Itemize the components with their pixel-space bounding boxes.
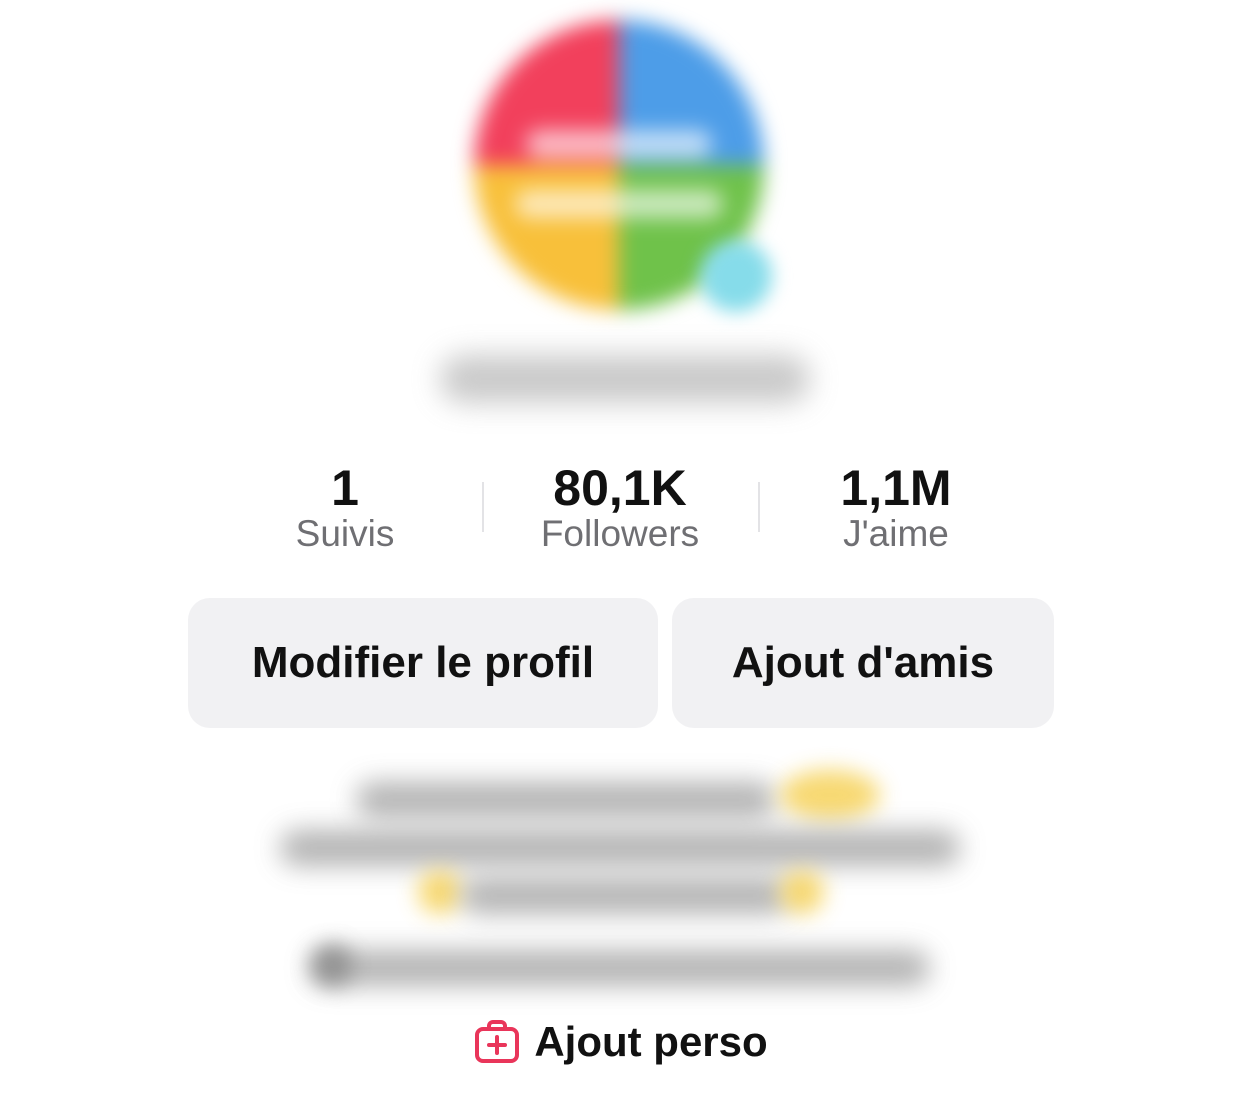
add-personal-label: Ajout perso — [534, 1018, 768, 1065]
bio-link-line[interactable] — [310, 950, 930, 986]
stat-likes-value: 1,1M — [840, 460, 952, 516]
username-blurred — [440, 355, 810, 403]
stat-followers[interactable]: 80,1K Followers — [500, 458, 740, 556]
add-personal-button[interactable]: Ajout perso — [0, 1012, 1242, 1072]
profile-stats: 1 Suivis 80,1K Followers 1,1M J'aime — [0, 458, 1242, 568]
stat-followers-value: 80,1K — [553, 460, 687, 516]
stat-following[interactable]: 1 Suivis — [225, 458, 465, 556]
bio-emoji — [780, 870, 824, 914]
add-bag-icon — [475, 1020, 520, 1063]
stat-likes[interactable]: 1,1M J'aime — [776, 458, 1016, 556]
avatar-text-blur — [526, 130, 712, 158]
bio-line — [460, 878, 790, 914]
bio-line — [356, 782, 776, 818]
stat-divider — [758, 482, 760, 532]
add-avatar-badge[interactable] — [700, 240, 772, 312]
stat-likes-label: J'aime — [843, 513, 949, 554]
avatar-text-blur — [514, 190, 724, 218]
bio-emoji — [418, 870, 462, 914]
edit-profile-button[interactable]: Modifier le profil — [188, 598, 658, 728]
link-icon — [312, 945, 352, 985]
add-friends-button[interactable]: Ajout d'amis — [672, 598, 1054, 728]
bio-emoji — [780, 770, 880, 820]
bio-line — [280, 830, 960, 866]
stat-divider — [482, 482, 484, 532]
stat-following-label: Suivis — [295, 513, 395, 554]
avatar-segment — [474, 165, 619, 310]
stat-followers-label: Followers — [540, 513, 700, 554]
bio-blurred — [0, 770, 1242, 1010]
stat-following-value: 1 — [331, 460, 359, 516]
